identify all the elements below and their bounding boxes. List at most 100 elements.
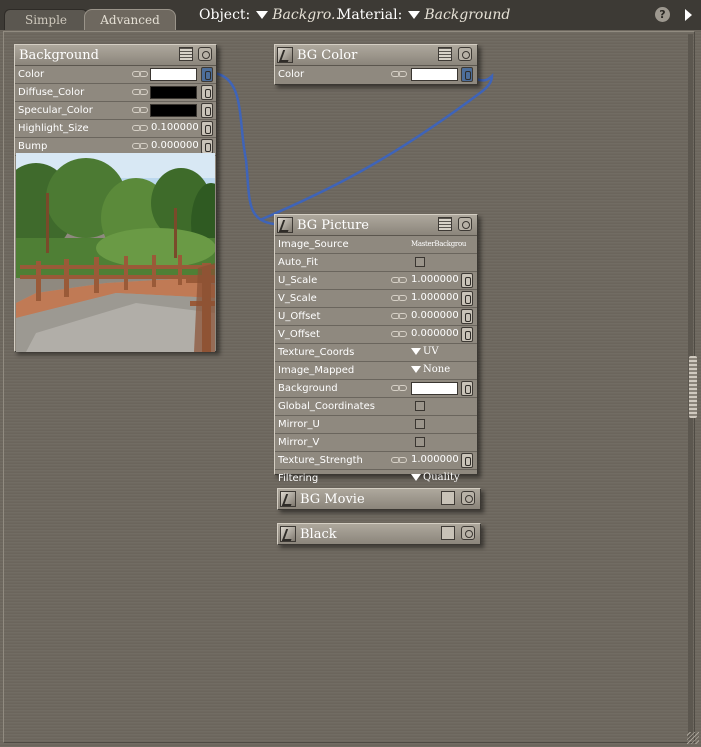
- color-swatch[interactable]: [150, 68, 197, 81]
- list-icon[interactable]: [438, 47, 452, 61]
- list-icon[interactable]: [441, 526, 455, 540]
- param-value[interactable]: 0.000000: [411, 328, 459, 339]
- color-swatch[interactable]: [150, 104, 197, 117]
- param-label: Filtering: [278, 473, 319, 484]
- auto-fit-checkbox[interactable]: [415, 257, 425, 267]
- param-row: Mirror_U: [275, 416, 477, 434]
- param-row: Filtering Quality: [275, 470, 477, 487]
- texture-coords-dropdown[interactable]: UV: [411, 346, 439, 357]
- plug-icon[interactable]: [201, 103, 213, 118]
- eye-icon[interactable]: [458, 217, 472, 231]
- param-label: Diffuse_Color: [18, 87, 85, 98]
- list-icon[interactable]: [179, 47, 193, 61]
- param-row: V_Scale 1.000000: [275, 290, 477, 308]
- param-value[interactable]: 0.100000: [151, 122, 199, 133]
- link-icon[interactable]: [391, 277, 407, 283]
- plug-icon[interactable]: [461, 67, 473, 82]
- connection-background-color-to-bg-picture: [213, 71, 275, 226]
- link-icon[interactable]: [391, 71, 407, 77]
- param-label: Background: [278, 383, 338, 394]
- param-row: V_Offset 0.000000: [275, 326, 477, 344]
- link-icon[interactable]: [132, 107, 148, 113]
- node-title-text: BG Picture: [297, 217, 370, 233]
- param-label: Highlight_Size: [18, 123, 89, 134]
- list-icon[interactable]: [441, 491, 455, 505]
- param-row: Highlight_Size 0.100000: [15, 120, 216, 138]
- node-type-icon: [280, 526, 296, 542]
- node-bg-picture[interactable]: BG Picture Image_Source MasterBackgrou A…: [274, 214, 478, 484]
- param-value[interactable]: 1.000000: [411, 292, 459, 303]
- node-title-text: Background: [19, 47, 99, 63]
- color-swatch[interactable]: [411, 382, 458, 395]
- list-icon[interactable]: [438, 217, 452, 231]
- node-black-title[interactable]: Black: [278, 524, 480, 544]
- param-value[interactable]: 0.000000: [151, 140, 199, 151]
- link-icon[interactable]: [132, 89, 148, 95]
- node-black[interactable]: Black: [277, 523, 481, 545]
- plug-icon[interactable]: [461, 291, 473, 306]
- plug-icon[interactable]: [201, 67, 213, 82]
- node-bg-color[interactable]: BG Color Color: [274, 44, 478, 85]
- link-icon[interactable]: [132, 143, 148, 149]
- node-bg-color-title[interactable]: BG Color: [275, 45, 477, 66]
- param-label: Image_Source: [278, 239, 349, 250]
- eye-icon[interactable]: [461, 491, 475, 505]
- param-row: Texture_Coords UV: [275, 344, 477, 362]
- param-label: U_Offset: [278, 311, 321, 322]
- image-source-value[interactable]: MasterBackgrou: [411, 240, 466, 248]
- node-bg-movie-title[interactable]: BG Movie: [278, 489, 480, 509]
- param-value[interactable]: 1.000000: [411, 274, 459, 285]
- param-value[interactable]: 0.000000: [411, 310, 459, 321]
- link-icon[interactable]: [132, 125, 148, 131]
- plug-icon[interactable]: [201, 139, 213, 154]
- node-title-text: BG Color: [297, 47, 358, 63]
- filtering-dropdown[interactable]: Quality: [411, 472, 460, 483]
- color-swatch[interactable]: [150, 86, 197, 99]
- plug-icon[interactable]: [201, 85, 213, 100]
- param-value[interactable]: 1.000000: [411, 454, 459, 465]
- param-label: Bump: [18, 141, 48, 152]
- link-icon[interactable]: [391, 331, 407, 337]
- param-label: V_Scale: [278, 293, 317, 304]
- param-row: Diffuse_Color: [15, 84, 216, 102]
- link-icon[interactable]: [391, 313, 407, 319]
- param-row: Specular_Color: [15, 102, 216, 120]
- param-label: U_Scale: [278, 275, 318, 286]
- param-row: Image_Source MasterBackgrou: [275, 236, 477, 254]
- link-icon[interactable]: [391, 385, 407, 391]
- plug-icon[interactable]: [461, 381, 473, 396]
- node-title-text: BG Movie: [300, 491, 365, 507]
- mirror-u-checkbox[interactable]: [415, 419, 425, 429]
- node-bg-movie[interactable]: BG Movie: [277, 488, 481, 510]
- param-label: V_Offset: [278, 329, 320, 340]
- mirror-v-checkbox[interactable]: [415, 437, 425, 447]
- param-label: Specular_Color: [18, 105, 93, 116]
- link-icon[interactable]: [391, 295, 407, 301]
- param-label: Color: [278, 69, 305, 80]
- eye-icon[interactable]: [461, 526, 475, 540]
- param-label: Image_Mapped: [278, 365, 355, 376]
- plug-icon[interactable]: [461, 453, 473, 468]
- plug-icon[interactable]: [461, 327, 473, 342]
- eye-icon[interactable]: [458, 47, 472, 61]
- connection-bg-picture-to-bg-color: [259, 72, 494, 222]
- link-icon[interactable]: [132, 71, 148, 77]
- param-label: Color: [18, 69, 45, 80]
- plug-icon[interactable]: [461, 309, 473, 324]
- node-background-title[interactable]: Background: [15, 45, 216, 66]
- plug-icon[interactable]: [461, 273, 473, 288]
- image-mapped-dropdown[interactable]: None: [411, 364, 450, 375]
- node-background[interactable]: Background Color Diffuse_Color Specular_…: [14, 44, 217, 352]
- param-row: Background: [275, 380, 477, 398]
- node-type-icon: [277, 47, 293, 63]
- node-bg-picture-title[interactable]: BG Picture: [275, 215, 477, 236]
- material-preview-image: [16, 153, 215, 352]
- link-icon[interactable]: [391, 457, 407, 463]
- param-row: Color: [275, 66, 477, 83]
- param-label: Global_Coordinates: [278, 401, 375, 412]
- color-swatch[interactable]: [411, 68, 458, 81]
- param-row: Mirror_V: [275, 434, 477, 452]
- eye-icon[interactable]: [198, 47, 212, 61]
- plug-icon[interactable]: [201, 121, 213, 136]
- global-coordinates-checkbox[interactable]: [415, 401, 425, 411]
